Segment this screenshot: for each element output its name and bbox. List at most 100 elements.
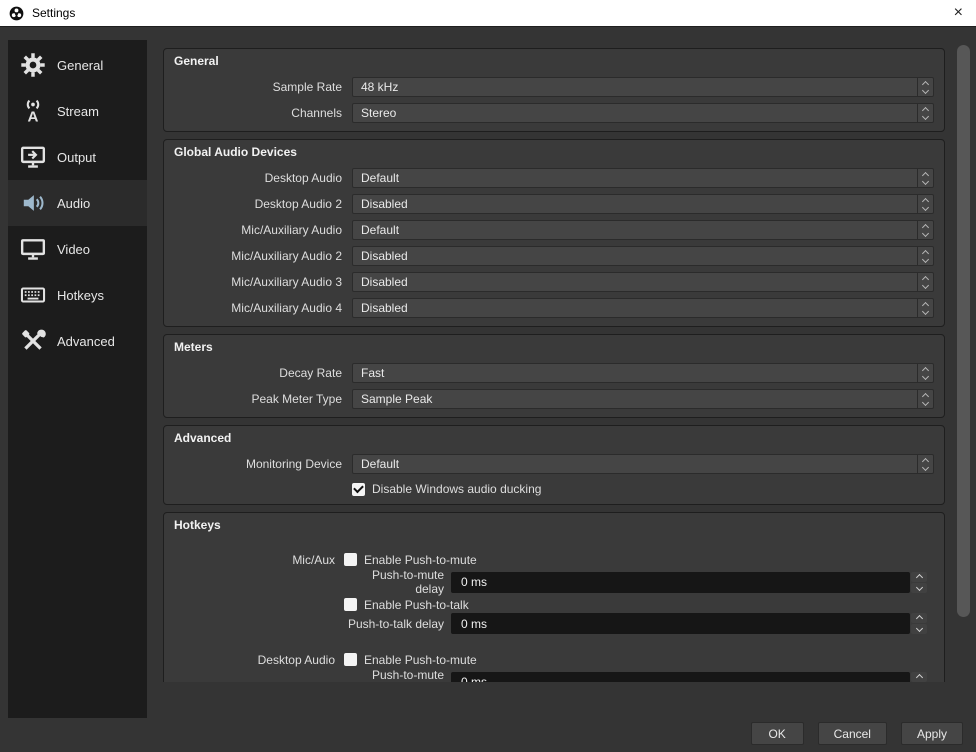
desktop-audio-hotkeys-fields: Enable Push-to-mute Push-to-mute delay 0… bbox=[344, 653, 934, 682]
cancel-button[interactable]: Cancel bbox=[817, 722, 887, 745]
combo-arrows-icon bbox=[917, 364, 933, 382]
mic-aux-audio-3-row: Mic/Auxiliary Audio 3 Disabled bbox=[174, 272, 934, 292]
channels-select[interactable]: Stereo bbox=[352, 103, 934, 123]
settings-scroll-area: General Sample Rate 48 kHz Channels Ster… bbox=[160, 40, 950, 682]
mic-aux-audio-2-select[interactable]: Disabled bbox=[352, 246, 934, 266]
settings-window: Settings × General A Stream Output Audio… bbox=[0, 0, 976, 752]
group-title: Hotkeys bbox=[174, 518, 221, 532]
push-to-mute-row: Enable Push-to-mute bbox=[344, 552, 927, 567]
sidebar-item-label: Video bbox=[57, 241, 91, 257]
group-advanced: Advanced Monitoring Device Default Disab… bbox=[163, 425, 945, 505]
sidebar-item-label: Output bbox=[57, 149, 97, 165]
field-label: Push-to-talk delay bbox=[347, 616, 444, 631]
combo-arrows-icon bbox=[917, 455, 933, 473]
push-to-talk-delay-input[interactable]: 0 ms bbox=[451, 613, 910, 634]
combo-value: Disabled bbox=[361, 275, 408, 289]
mic-aux-hotkeys-fields: Enable Push-to-mute Push-to-mute delay 0… bbox=[344, 553, 934, 636]
sidebar-item-output[interactable]: Output bbox=[8, 134, 147, 180]
combo-arrows-icon bbox=[917, 221, 933, 239]
spin-buttons bbox=[911, 613, 927, 634]
tools-icon bbox=[19, 328, 46, 355]
push-to-mute-delay-input[interactable]: 0 ms bbox=[451, 571, 910, 593]
sidebar-item-label: General bbox=[57, 57, 104, 73]
svg-text:A: A bbox=[27, 108, 38, 124]
mic-aux-audio-select[interactable]: Default bbox=[352, 220, 934, 240]
combo-arrows-icon bbox=[917, 273, 933, 291]
checkbox-label: Enable Push-to-mute bbox=[364, 652, 477, 667]
group-title: Advanced bbox=[174, 431, 232, 445]
push-to-mute-delay-row: Push-to-mute delay 0 ms bbox=[344, 568, 927, 596]
push-to-talk-delay-row: Push-to-talk delay 0 ms bbox=[344, 613, 927, 634]
spin-up-button[interactable] bbox=[911, 671, 927, 682]
spin-up-button[interactable] bbox=[911, 571, 927, 582]
decay-rate-row: Decay Rate Fast bbox=[174, 363, 934, 383]
enable-push-to-talk-checkbox[interactable] bbox=[344, 598, 357, 611]
field-label: Mic/Auxiliary Audio 3 bbox=[231, 275, 342, 289]
vertical-scrollbar[interactable] bbox=[956, 40, 971, 682]
monitor-icon bbox=[19, 236, 46, 263]
field-label: Mic/Auxiliary Audio 4 bbox=[231, 301, 342, 315]
obs-logo-icon bbox=[9, 6, 24, 21]
checkbox-label: Enable Push-to-mute bbox=[364, 552, 477, 567]
push-to-mute-delay-input[interactable]: 0 ms bbox=[451, 671, 910, 682]
group-general: General Sample Rate 48 kHz Channels Ster… bbox=[163, 48, 945, 132]
spin-up-button[interactable] bbox=[911, 613, 927, 623]
spin-buttons bbox=[911, 671, 927, 683]
sidebar-item-stream[interactable]: A Stream bbox=[8, 88, 147, 134]
group-title: Global Audio Devices bbox=[174, 145, 297, 159]
combo-value: Default bbox=[361, 223, 400, 237]
sidebar-item-label: Hotkeys bbox=[57, 287, 104, 303]
combo-arrows-icon bbox=[917, 78, 933, 96]
mic-aux-audio-2-row: Mic/Auxiliary Audio 2 Disabled bbox=[174, 246, 934, 266]
monitoring-device-row: Monitoring Device Default bbox=[174, 454, 934, 474]
field-label: Sample Rate bbox=[272, 80, 342, 94]
disable-audio-ducking-checkbox[interactable] bbox=[352, 482, 365, 496]
sample-rate-row: Sample Rate 48 kHz bbox=[174, 77, 934, 97]
ok-button[interactable]: OK bbox=[750, 722, 804, 745]
desktop-audio-select[interactable]: Default bbox=[352, 168, 934, 188]
sidebar-item-video[interactable]: Video bbox=[8, 226, 147, 272]
mic-aux-hotkeys-block: Mic/Aux Enable Push-to-mute Push-to-mute… bbox=[174, 553, 934, 636]
field-label: Push-to-mute delay bbox=[371, 668, 444, 682]
device-label: Mic/Aux bbox=[292, 553, 335, 567]
group-meters: Meters Decay Rate Fast Peak Meter Type S… bbox=[163, 334, 945, 418]
spin-buttons bbox=[911, 571, 927, 593]
sidebar-item-advanced[interactable]: Advanced bbox=[8, 318, 147, 364]
field-label: Decay Rate bbox=[279, 366, 342, 380]
checkbox-label: Disable Windows audio ducking bbox=[372, 482, 542, 496]
field-label: Desktop Audio bbox=[264, 171, 342, 185]
window-title: Settings bbox=[32, 6, 76, 20]
mic-aux-audio-3-select[interactable]: Disabled bbox=[352, 272, 934, 292]
spin-down-button[interactable] bbox=[911, 624, 927, 634]
desktop-audio-2-select[interactable]: Disabled bbox=[352, 194, 934, 214]
output-monitor-icon bbox=[19, 144, 46, 171]
desktop-audio-hotkeys-block: Desktop Audio Enable Push-to-mute Push-t… bbox=[174, 653, 934, 682]
sidebar-item-audio[interactable]: Audio bbox=[8, 180, 147, 226]
input-value: 0 ms bbox=[461, 616, 488, 631]
speaker-icon bbox=[19, 190, 46, 217]
combo-value: Disabled bbox=[361, 301, 408, 315]
decay-rate-select[interactable]: Fast bbox=[352, 363, 934, 383]
combo-value: Disabled bbox=[361, 197, 408, 211]
sidebar-item-general[interactable]: General bbox=[8, 42, 147, 88]
sample-rate-select[interactable]: 48 kHz bbox=[352, 77, 934, 97]
sidebar-item-label: Advanced bbox=[57, 333, 115, 349]
spin-down-button[interactable] bbox=[911, 582, 927, 593]
sidebar-item-hotkeys[interactable]: Hotkeys bbox=[8, 272, 147, 318]
enable-push-to-mute-checkbox[interactable] bbox=[344, 553, 357, 566]
input-value: 0 ms bbox=[461, 675, 488, 682]
mic-aux-audio-4-row: Mic/Auxiliary Audio 4 Disabled bbox=[174, 298, 934, 318]
scrollbar-thumb[interactable] bbox=[957, 45, 970, 617]
close-icon[interactable]: × bbox=[939, 0, 967, 26]
peak-meter-type-select[interactable]: Sample Peak bbox=[352, 389, 934, 409]
combo-arrows-icon bbox=[917, 390, 933, 408]
group-hotkeys: Hotkeys Mic/Aux Enable Push-to-mute Push… bbox=[163, 512, 945, 682]
combo-value: Sample Peak bbox=[361, 392, 433, 406]
apply-button[interactable]: Apply bbox=[900, 722, 963, 745]
mic-aux-audio-4-select[interactable]: Disabled bbox=[352, 298, 934, 318]
monitoring-device-select[interactable]: Default bbox=[352, 454, 934, 474]
sidebar: General A Stream Output Audio Video Hotk… bbox=[8, 40, 147, 718]
field-label: Monitoring Device bbox=[245, 457, 342, 471]
field-label: Desktop Audio 2 bbox=[254, 197, 342, 211]
enable-push-to-mute-checkbox[interactable] bbox=[344, 653, 357, 666]
